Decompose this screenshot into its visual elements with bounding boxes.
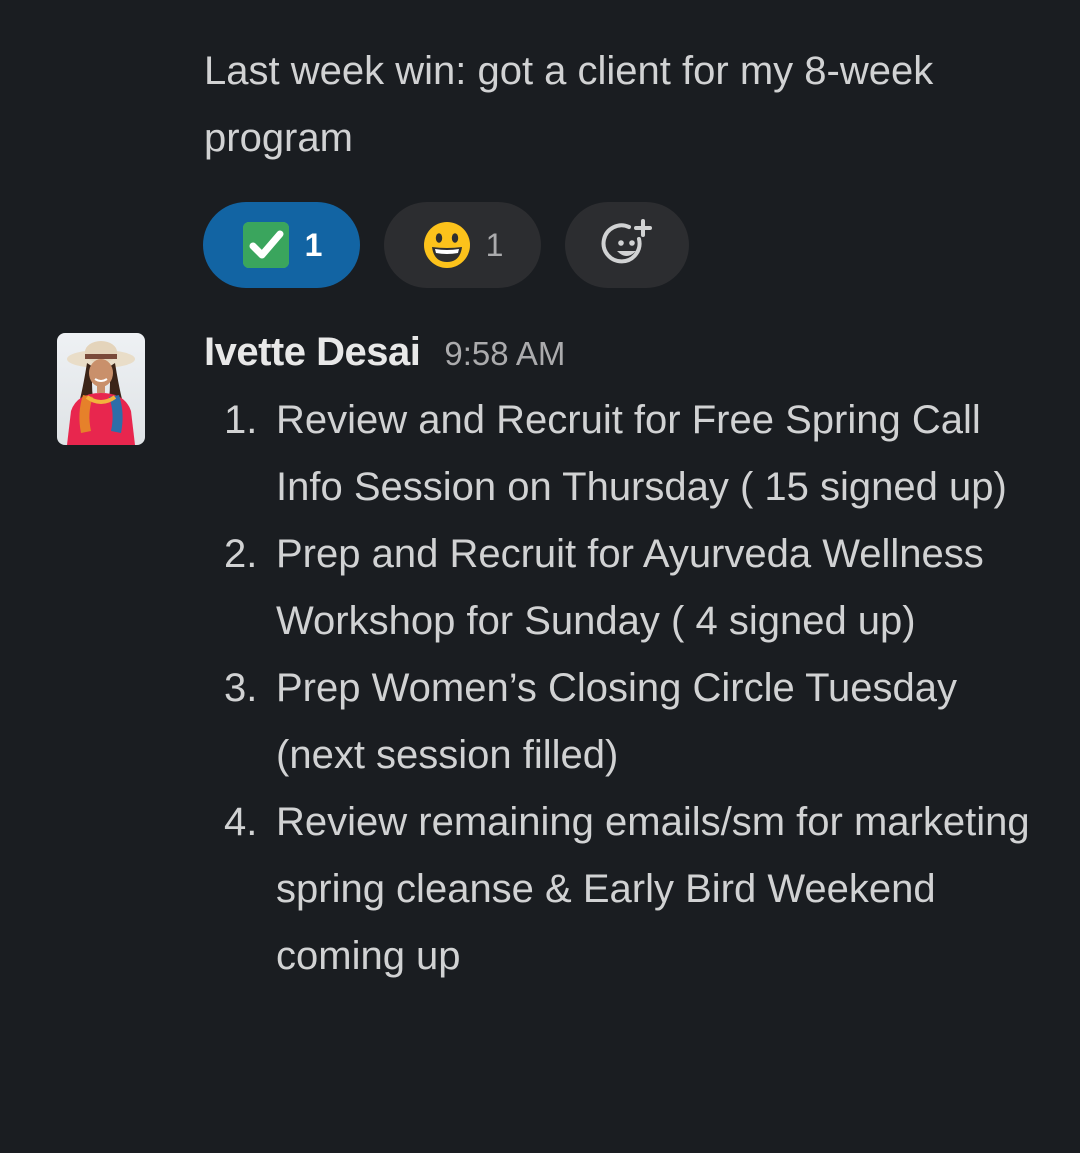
- reaction-bar: 1 1: [203, 202, 689, 288]
- list-item-number: 3.: [224, 666, 258, 710]
- avatar[interactable]: [57, 333, 145, 445]
- add-reaction-button[interactable]: [565, 202, 689, 288]
- task-list: 1. Review and Recruit for Free Spring Ca…: [224, 387, 1044, 990]
- list-item-number: 2.: [224, 532, 258, 576]
- list-item-text: Review and Recruit for Free Spring Call …: [276, 398, 1007, 509]
- previous-message-text: Last week win: got a client for my 8-wee…: [204, 49, 934, 160]
- list-item-number: 4.: [224, 800, 258, 844]
- add-reaction-icon: [599, 217, 655, 273]
- list-item: 4. Review remaining emails/sm for market…: [224, 789, 1044, 990]
- list-item-text: Prep Women’s Closing Circle Tuesday (nex…: [276, 666, 958, 777]
- list-item: 1. Review and Recruit for Free Spring Ca…: [224, 387, 1044, 521]
- list-item-number: 1.: [224, 398, 258, 442]
- sender-name[interactable]: Ivette Desai: [204, 330, 421, 375]
- reaction-count: 1: [304, 226, 323, 263]
- white-check-mark-icon: [241, 220, 291, 270]
- message-timestamp[interactable]: 9:58 AM: [444, 335, 565, 373]
- grinning-face-icon: [422, 220, 472, 270]
- reaction-check-button[interactable]: 1: [203, 202, 360, 288]
- message-header: Ivette Desai 9:58 AM: [204, 330, 565, 386]
- list-item: 3. Prep Women’s Closing Circle Tuesday (…: [224, 655, 1044, 789]
- list-item-text: Prep and Recruit for Ayurveda Wellness W…: [276, 532, 984, 643]
- reaction-grin-button[interactable]: 1: [384, 202, 541, 288]
- reaction-count: 1: [485, 226, 504, 263]
- list-item: 2. Prep and Recruit for Ayurveda Wellnes…: [224, 521, 1044, 655]
- list-item-text: Review remaining emails/sm for marketing…: [276, 800, 1030, 978]
